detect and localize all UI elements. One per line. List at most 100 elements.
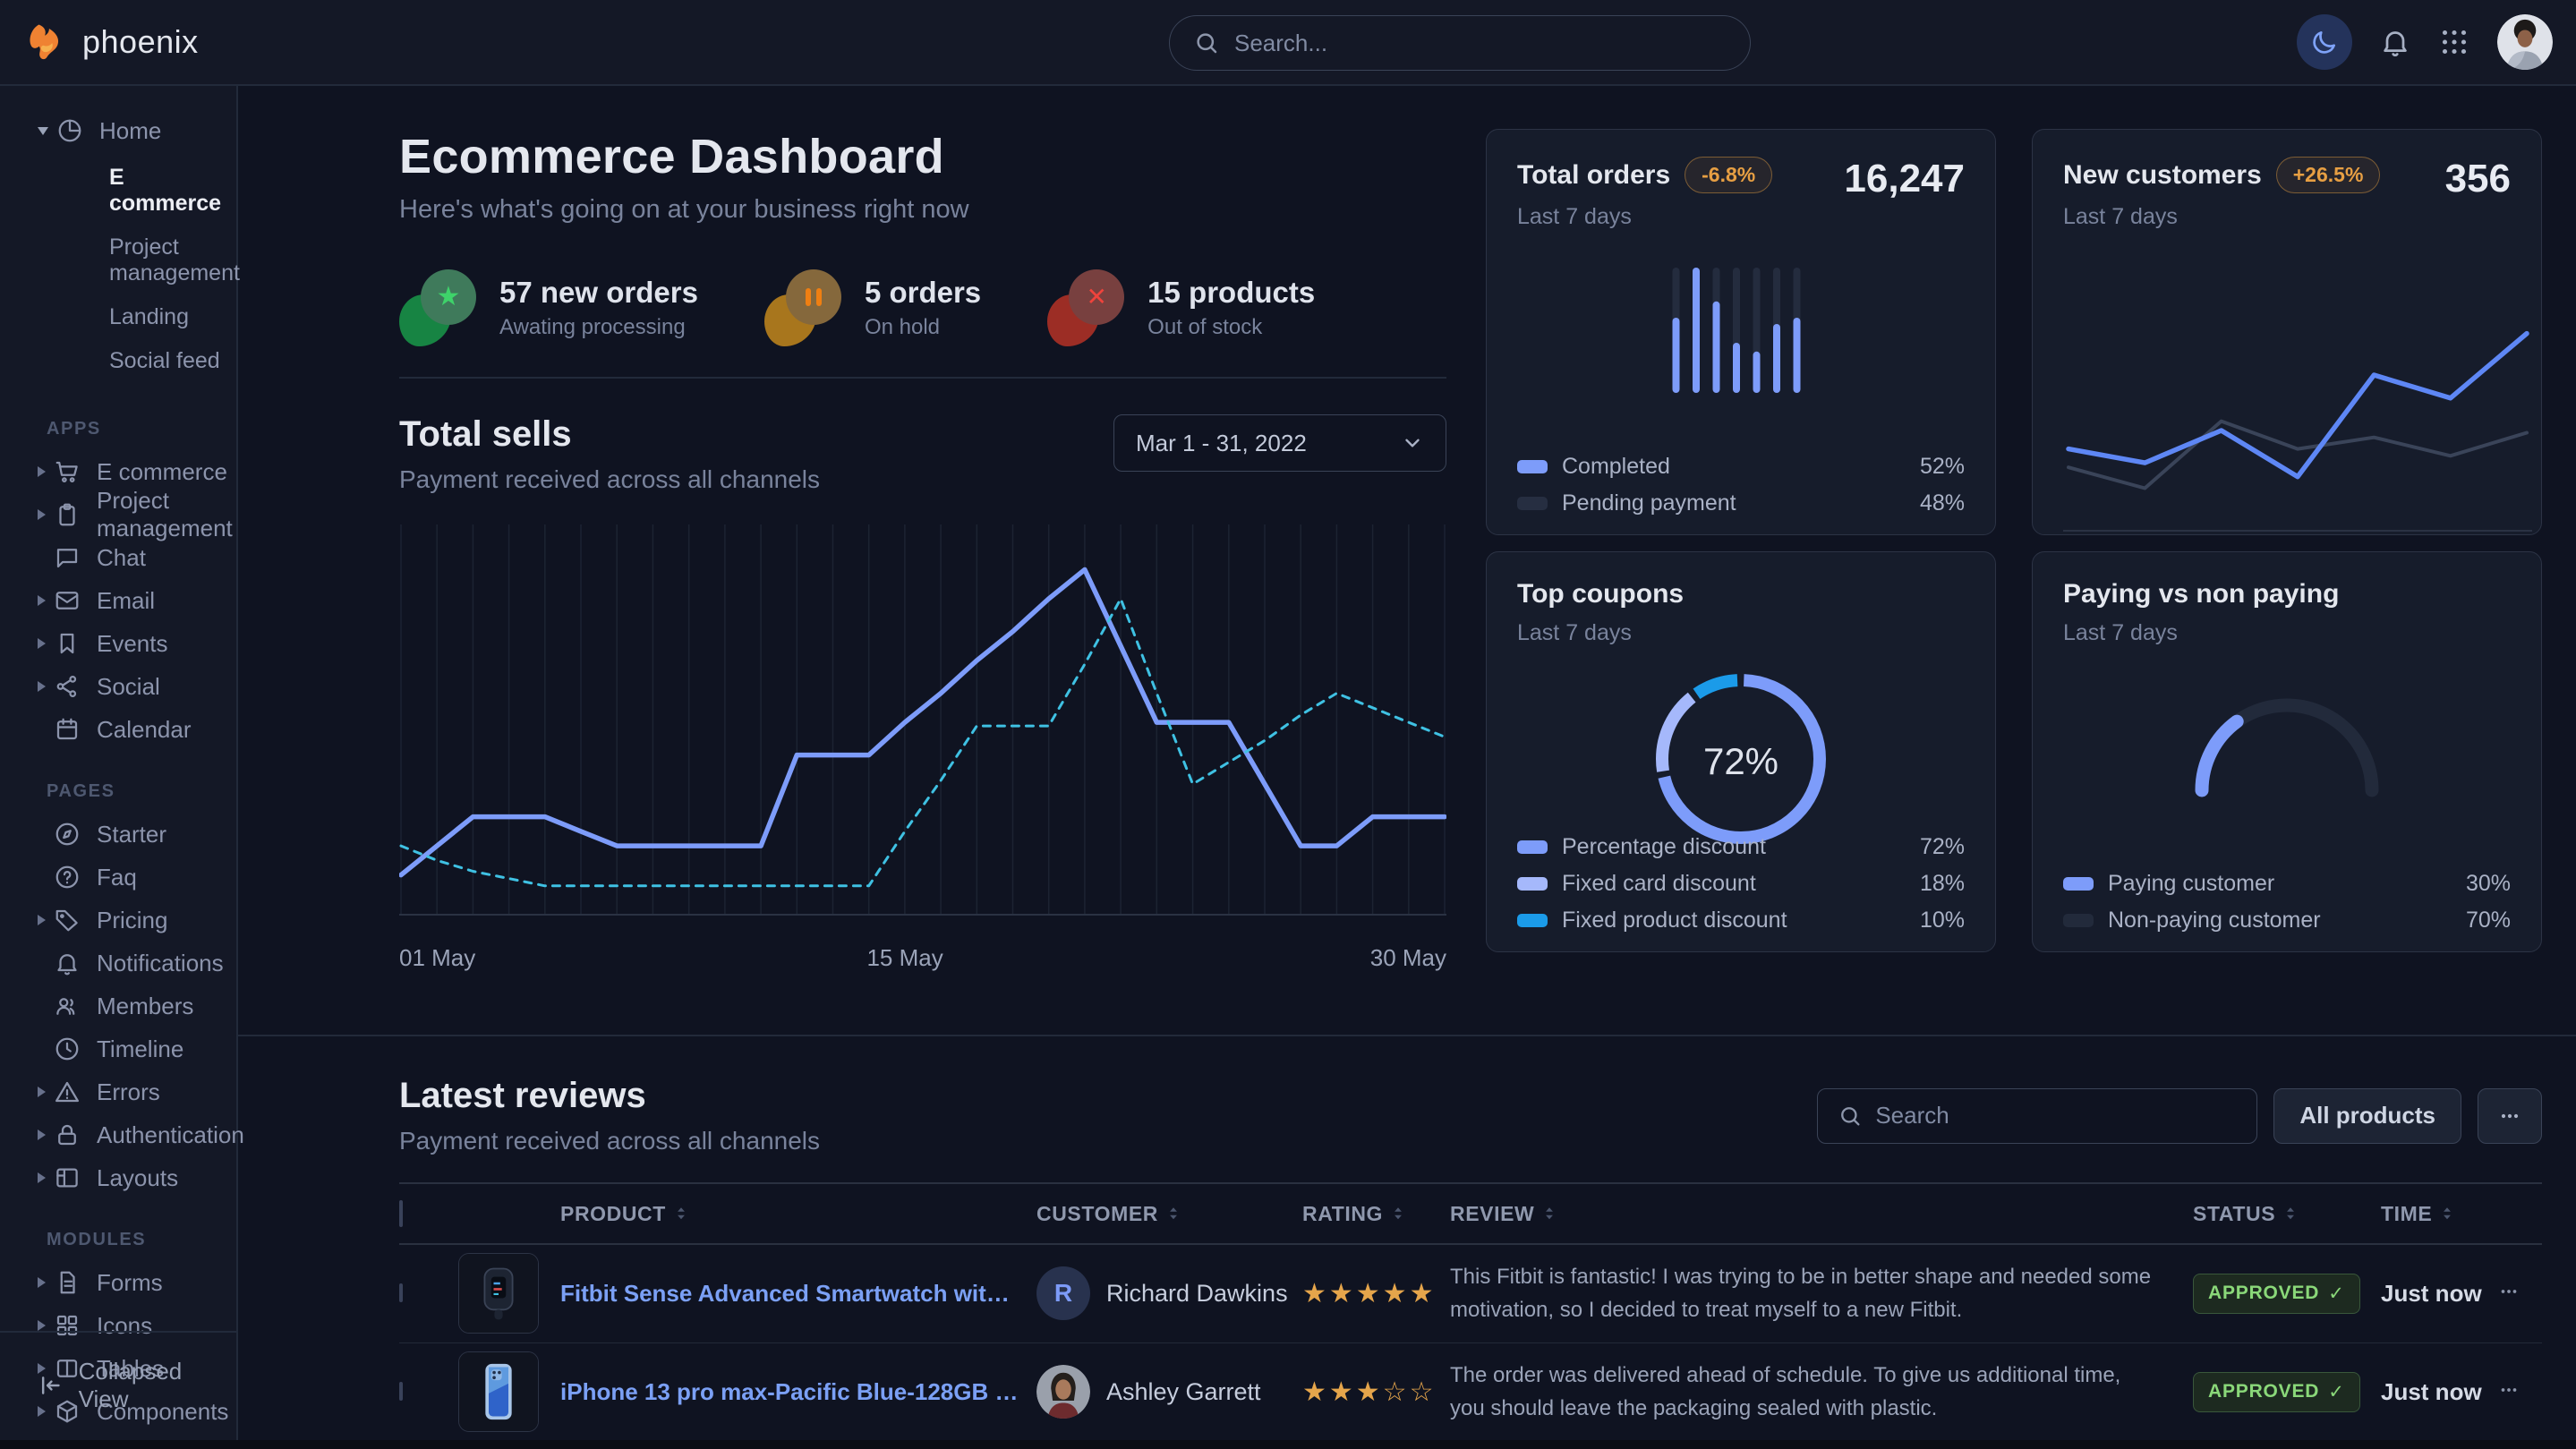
card-value: 356 — [2445, 157, 2511, 201]
table-row: Fitbit Sense Advanced Smartwatch with To… — [399, 1244, 2542, 1342]
apps-grid-button[interactable] — [2438, 26, 2470, 58]
bookmark-icon — [54, 629, 82, 658]
customer-avatar — [1036, 1365, 1090, 1419]
column-header-rating[interactable]: RATING — [1302, 1183, 1450, 1244]
row-checkbox[interactable] — [399, 1283, 403, 1302]
stat-caption: Out of stock — [1147, 315, 1315, 340]
sidebar-item-timeline[interactable]: Timeline — [0, 1027, 236, 1070]
brand-logo[interactable]: phoenix — [27, 21, 199, 64]
latest-reviews-subtitle: Payment received across all channels — [399, 1127, 820, 1155]
star-icon: ★ — [437, 284, 461, 311]
sidebar-subitem-e-commerce[interactable]: E commerce — [0, 156, 236, 226]
navbar-search[interactable] — [1169, 15, 1751, 71]
sidebar-item-errors[interactable]: Errors — [0, 1070, 236, 1113]
caret-right-icon — [38, 1087, 46, 1097]
compass-icon — [54, 820, 82, 848]
sidebar-item-calendar[interactable]: Calendar — [0, 708, 236, 751]
sidebar-item-authentication[interactable]: Authentication — [0, 1113, 236, 1156]
sidebar-item-starter[interactable]: Starter — [0, 813, 236, 856]
calendar-icon — [54, 715, 82, 744]
user-avatar[interactable] — [2497, 14, 2553, 70]
sidebar-item-notifications[interactable]: Notifications — [0, 942, 236, 984]
column-header-product[interactable]: PRODUCT — [458, 1183, 1020, 1244]
total-sells-chart: 01 May 15 May 30 May — [399, 524, 1446, 980]
chevron-down-icon — [1401, 431, 1424, 455]
legend-item-non-paying-customer: Non-paying customer 70% — [2063, 902, 2511, 939]
file-text-icon — [54, 1268, 82, 1297]
product-thumbnail — [458, 1253, 539, 1334]
sidebar-subitem-social-feed[interactable]: Social feed — [0, 339, 236, 383]
sidebar-subitem-landing[interactable]: Landing — [0, 295, 236, 339]
pie-chart-icon — [56, 116, 85, 145]
caret-right-icon — [38, 509, 46, 520]
row-more-button[interactable] — [2497, 1280, 2521, 1306]
row-more-button[interactable] — [2497, 1378, 2521, 1404]
stat-cards-grid: Total orders -6.8% Last 7 days 16,247 Co… — [1486, 129, 2542, 1035]
theme-toggle-button[interactable] — [2297, 14, 2352, 70]
column-header-review[interactable]: REVIEW — [1450, 1183, 2193, 1244]
card-period: Last 7 days — [1517, 620, 1684, 646]
latest-reviews-title: Latest reviews — [399, 1076, 820, 1116]
more-options-button[interactable] — [2478, 1088, 2542, 1144]
question-circle-icon — [54, 863, 82, 891]
paying-vs-nonpaying-card: Paying vs non paying Last 7 days Paying … — [2032, 551, 2542, 952]
sidebar: HomeE commerceProject managementLandingS… — [0, 86, 238, 1449]
column-header-status[interactable]: STATUS — [2193, 1183, 2381, 1244]
table-row: iPhone 13 pro max-Pacific Blue-128GB sto… — [399, 1342, 2542, 1441]
row-checkbox[interactable] — [399, 1382, 403, 1401]
sidebar-item-faq[interactable]: Faq — [0, 856, 236, 899]
bottom-scrollbar-strip[interactable] — [0, 1440, 2576, 1449]
sidebar-item-forms[interactable]: Forms — [0, 1261, 236, 1304]
layout-icon — [54, 1163, 82, 1192]
select-all-checkbox[interactable] — [399, 1200, 403, 1227]
customer-avatar: R — [1036, 1266, 1090, 1320]
stat-value: 15 products — [1147, 276, 1315, 310]
card-period: Last 7 days — [2063, 620, 2339, 646]
rating-stars: ★★★☆☆ — [1302, 1377, 1436, 1407]
reviews-search-input[interactable] — [1875, 1102, 2237, 1129]
ellipsis-icon — [2497, 1104, 2522, 1129]
column-header-time[interactable]: TIME — [2381, 1183, 2497, 1244]
sidebar-item-project-management[interactable]: Project management — [0, 493, 236, 536]
stat-out-of-stock: ✕ 15 products Out of stock — [1047, 269, 1315, 346]
column-header-customer[interactable]: CUSTOMER — [1020, 1183, 1302, 1244]
product-thumbnail — [458, 1351, 539, 1432]
caret-right-icon — [38, 466, 46, 477]
orders-legend: Completed 52% Pending payment 48% — [1517, 448, 1965, 522]
stat-value: 57 new orders — [499, 276, 698, 310]
navbar-actions — [2297, 14, 2553, 70]
date-range-select[interactable]: Mar 1 - 31, 2022 — [1113, 414, 1446, 472]
sidebar-item-email[interactable]: Email — [0, 579, 236, 622]
page-subtitle: Here's what's going on at your business … — [399, 195, 1446, 225]
product-link[interactable]: iPhone 13 pro max-Pacific Blue-128GB sto… — [560, 1378, 1020, 1406]
navbar-search-input[interactable] — [1234, 30, 1727, 57]
review-time: Just now — [2381, 1378, 2482, 1405]
sidebar-item-pricing[interactable]: Pricing — [0, 899, 236, 942]
bell-icon — [2379, 26, 2411, 58]
sidebar-item-events[interactable]: Events — [0, 622, 236, 665]
select-all-header — [399, 1183, 458, 1244]
caret-down-icon — [38, 127, 48, 135]
sidebar-item-layouts[interactable]: Layouts — [0, 1156, 236, 1199]
notifications-button[interactable] — [2379, 26, 2411, 58]
collapsed-view-toggle[interactable]: Collapsed View — [0, 1331, 236, 1438]
sidebar-subitem-project-management[interactable]: Project management — [0, 226, 236, 295]
card-title: New customers — [2063, 160, 2262, 191]
sidebar-item-home[interactable]: Home — [0, 109, 236, 152]
caret-right-icon — [38, 1129, 46, 1140]
top-navbar: phoenix — [0, 0, 2576, 86]
donut-center-label: 72% — [1655, 673, 1827, 849]
total-sells-x-axis: 01 May 15 May 30 May — [399, 944, 1446, 980]
product-link[interactable]: Fitbit Sense Advanced Smartwatch with To… — [560, 1280, 1020, 1308]
axis-label: 01 May — [399, 944, 475, 972]
caret-right-icon — [38, 1277, 46, 1288]
sidebar-item-social[interactable]: Social — [0, 665, 236, 708]
legend-item-fixed-product-discount: Fixed product discount 10% — [1517, 902, 1965, 939]
axis-label: 15 May — [866, 944, 943, 972]
sidebar-item-members[interactable]: Members — [0, 984, 236, 1027]
phoenix-flame-icon — [27, 21, 70, 64]
all-products-button[interactable]: All products — [2273, 1088, 2461, 1144]
total-sells-subtitle: Payment received across all channels — [399, 465, 820, 494]
reviews-search[interactable] — [1817, 1088, 2257, 1144]
sidebar-item-chat[interactable]: Chat — [0, 536, 236, 579]
